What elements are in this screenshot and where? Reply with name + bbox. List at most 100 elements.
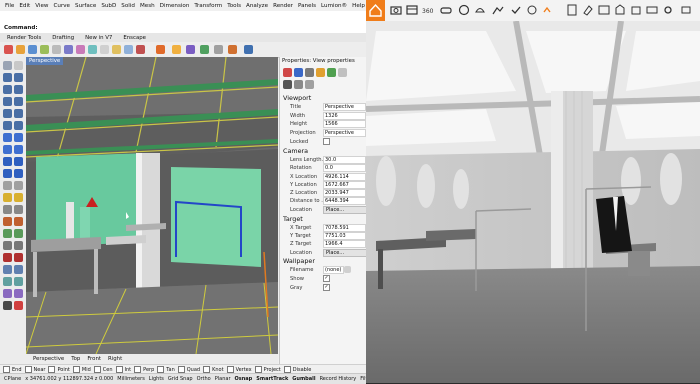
camera-place-button[interactable]: Place... [323, 206, 367, 214]
box-icon[interactable] [3, 157, 12, 166]
menu-edit[interactable]: Edit [19, 3, 30, 9]
delete-icon[interactable] [14, 301, 23, 310]
y-location-field[interactable]: 1672.667 [323, 181, 366, 189]
gray-checkbox[interactable]: ✓ [323, 284, 330, 291]
rotate-icon[interactable] [3, 217, 12, 226]
osnap-disable[interactable]: Disable [283, 366, 311, 373]
navigation-icon[interactable] [526, 4, 538, 16]
y-target-field[interactable]: 7751.03 [323, 232, 366, 240]
lumion-home-icon[interactable] [366, 0, 385, 21]
lumion-box-icon[interactable] [630, 4, 642, 16]
environment-properties-icon[interactable] [327, 68, 336, 77]
cylinder-icon[interactable] [3, 169, 12, 178]
decal-icon[interactable] [76, 45, 85, 54]
filename-select[interactable]: (none) [323, 266, 344, 274]
view-camera-icon[interactable] [283, 80, 292, 89]
material-properties-icon[interactable] [294, 68, 303, 77]
viewport-title[interactable]: Perspective [26, 57, 64, 65]
menu-mesh[interactable]: Mesh [140, 3, 155, 9]
osnap-cen[interactable]: Cen [93, 366, 113, 373]
polyline-icon[interactable] [3, 73, 12, 82]
menu-view[interactable]: View [35, 3, 48, 9]
landscape-icon[interactable] [492, 4, 504, 16]
panorama-icon[interactable]: 360 [422, 4, 434, 16]
dimension-icon[interactable] [3, 193, 12, 202]
status-units[interactable]: Millimeters [117, 376, 145, 382]
osnap-near[interactable]: Near [24, 366, 45, 373]
osnap-knot[interactable]: Knot [203, 366, 224, 373]
arc-icon[interactable] [14, 85, 23, 94]
analyze-icon[interactable] [3, 277, 12, 286]
fillet-icon[interactable] [14, 121, 23, 130]
menu-analyze[interactable]: Analyze [246, 3, 268, 9]
movie-mode-icon[interactable] [406, 4, 418, 16]
tab-drafting[interactable]: Drafting [52, 35, 74, 41]
light-properties-icon[interactable] [316, 68, 325, 77]
named-view-icon[interactable] [112, 45, 121, 54]
osnap-end[interactable]: End [3, 366, 22, 373]
spiral-icon[interactable] [14, 109, 23, 118]
texture-icon[interactable] [40, 45, 49, 54]
osnap-point[interactable]: Point [48, 366, 70, 373]
status-gumball[interactable]: Gumball [292, 376, 315, 382]
tab-new-in-v7[interactable]: New in V7 [85, 35, 112, 41]
distance-field[interactable]: 6448.394 [323, 197, 366, 205]
folder-icon[interactable] [344, 266, 351, 273]
camera-icon[interactable] [305, 68, 314, 77]
lumion-text-icon[interactable] [646, 4, 658, 16]
rotation-field[interactable]: 0.0 [323, 164, 366, 172]
status-record-history[interactable]: Record History [320, 376, 357, 382]
text-icon[interactable] [14, 181, 23, 190]
rectangle-icon[interactable] [3, 97, 12, 106]
check-icon[interactable] [3, 301, 12, 310]
select-icon[interactable] [3, 61, 12, 70]
display-mode-icon[interactable] [14, 289, 23, 298]
x-location-field[interactable]: 4926.114 [323, 173, 366, 181]
lumion-more-icon[interactable] [680, 4, 692, 16]
scale-icon[interactable] [14, 217, 23, 226]
lumion-object-icon[interactable] [614, 4, 626, 16]
menu-file[interactable]: File [5, 3, 14, 9]
enscape-video-icon[interactable] [228, 45, 237, 54]
loft-icon[interactable] [3, 145, 12, 154]
enscape-view-icon[interactable] [244, 45, 253, 54]
enscape-sync-icon[interactable] [172, 45, 181, 54]
status-smarttrack[interactable]: SmartTrack [256, 376, 288, 382]
mirror-icon[interactable] [3, 229, 12, 238]
boolean-icon[interactable] [14, 169, 23, 178]
weather-icon[interactable] [474, 4, 486, 16]
point-icon[interactable] [14, 61, 23, 70]
height-field[interactable]: 1566 [323, 120, 366, 128]
osnap-quad[interactable]: Quad [177, 366, 200, 373]
render-preview-icon[interactable] [3, 289, 12, 298]
offset-icon[interactable] [3, 121, 12, 130]
material-icon[interactable] [16, 45, 25, 54]
perspective-viewport[interactable]: Perspective [26, 57, 278, 354]
block-icon[interactable] [14, 265, 23, 274]
status-plane[interactable]: CPlane [4, 376, 21, 382]
x-target-field[interactable]: 7078.591 [323, 224, 366, 232]
leader-icon[interactable] [14, 193, 23, 202]
menu-curve[interactable]: Curve [54, 3, 71, 9]
target-place-button[interactable]: Place... [323, 249, 367, 257]
texture-mapping-icon[interactable] [338, 68, 347, 77]
title-field[interactable]: Perspective [323, 103, 366, 111]
join-icon[interactable] [3, 253, 12, 262]
menu-subd[interactable]: SubD [101, 3, 116, 9]
osnap-int[interactable]: Int [115, 366, 131, 373]
status-planar[interactable]: Planar [215, 376, 231, 382]
viewport-tab-top[interactable]: Top [71, 356, 80, 362]
extrude-icon[interactable] [14, 133, 23, 142]
menu-solid[interactable]: Solid [121, 3, 135, 9]
lumion-image-icon[interactable] [598, 4, 610, 16]
viewport-tab-perspective[interactable]: Perspective [33, 356, 64, 362]
enscape-capture-icon[interactable] [186, 45, 195, 54]
layer-icon[interactable] [124, 45, 133, 54]
lumion-eraser-icon[interactable] [582, 4, 594, 16]
tab-enscape[interactable]: Enscape [123, 35, 146, 41]
ellipse-icon[interactable] [3, 109, 12, 118]
viewport-tab-right[interactable]: Right [108, 356, 122, 362]
status-grid-snap[interactable]: Grid Snap [168, 376, 193, 382]
display-icon[interactable] [294, 80, 303, 89]
osnap-tan[interactable]: Tan [157, 366, 175, 373]
